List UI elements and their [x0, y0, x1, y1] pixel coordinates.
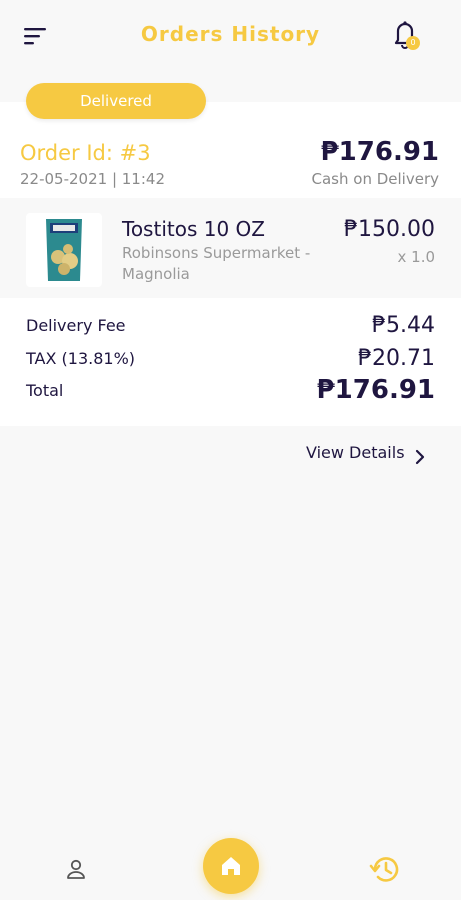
order-date: 22-05-2021 | 11:42	[20, 170, 165, 188]
delivery-fee-label: Delivery Fee	[26, 316, 126, 335]
item-quantity: x 1.0	[397, 248, 436, 266]
product-image	[26, 213, 102, 287]
delivery-fee-value: ₱5.44	[372, 313, 435, 338]
status-badge: Delivered	[26, 83, 206, 119]
view-details-link[interactable]: View Details	[306, 443, 405, 462]
item-price: ₱150.00	[344, 217, 435, 242]
store-name: Robinsons Supermarket - Magnolia	[122, 244, 311, 283]
history-icon[interactable]	[368, 852, 402, 886]
total-label: Total	[26, 381, 64, 400]
total-value: ₱176.91	[316, 375, 435, 405]
home-button[interactable]	[203, 838, 259, 894]
order-id: Order Id: #3	[20, 141, 151, 165]
home-icon	[222, 857, 240, 875]
tax-label: TAX (13.81%)	[26, 349, 136, 368]
tax-value: ₱20.71	[358, 346, 435, 371]
item-name: Tostitos 10 OZ	[122, 217, 265, 241]
user-icon[interactable]	[64, 857, 88, 881]
payment-method: Cash on Delivery	[311, 170, 439, 188]
notifications-button[interactable]: 0	[390, 18, 424, 52]
order-total: ₱176.91	[320, 137, 439, 167]
notification-badge: 0	[406, 36, 420, 50]
chevron-right-icon[interactable]	[412, 449, 428, 465]
app-header: Orders History 0	[0, 0, 461, 72]
